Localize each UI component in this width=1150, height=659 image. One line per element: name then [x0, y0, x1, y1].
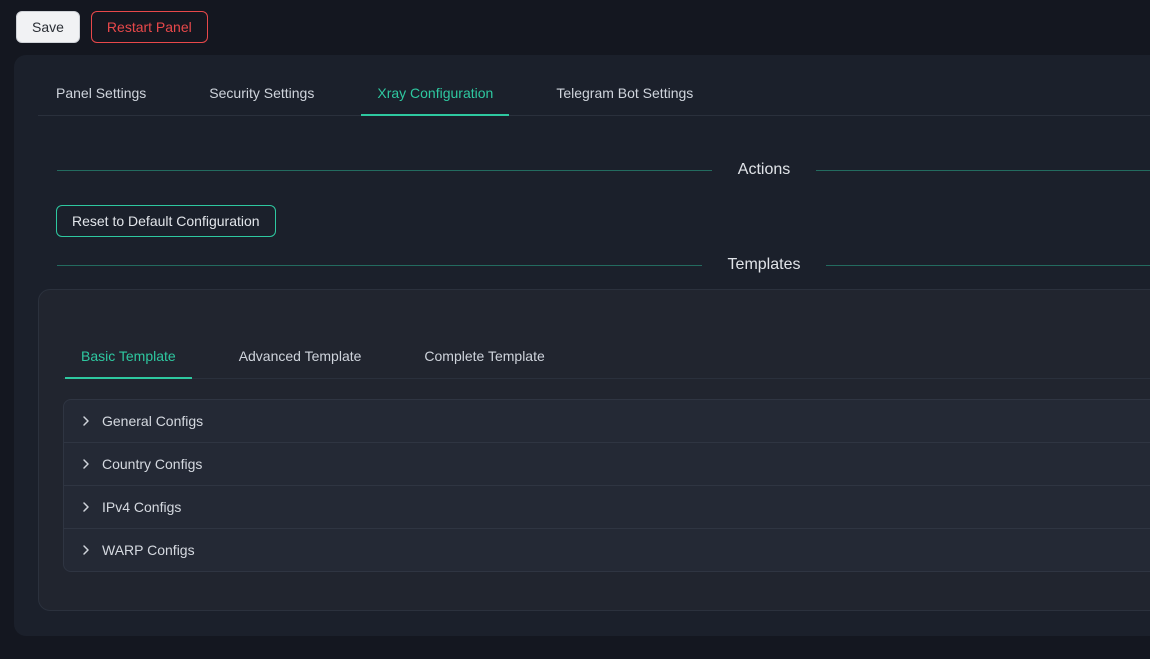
- tab-basic-template[interactable]: Basic Template: [65, 338, 192, 378]
- collapse-item-country-configs: Country Configs: [64, 442, 1150, 485]
- collapse-header-warp-configs[interactable]: WARP Configs: [64, 529, 1150, 571]
- collapse-item-label: IPv4 Configs: [102, 499, 181, 515]
- collapse-header-ipv4-configs[interactable]: IPv4 Configs: [64, 486, 1150, 528]
- collapse-item-ipv4-configs: IPv4 Configs: [64, 485, 1150, 528]
- collapse-item-label: WARP Configs: [102, 542, 195, 558]
- collapse-header-country-configs[interactable]: Country Configs: [64, 443, 1150, 485]
- save-button[interactable]: Save: [16, 11, 80, 43]
- templates-card: Basic Template Advanced Template Complet…: [38, 289, 1150, 611]
- tab-advanced-template[interactable]: Advanced Template: [223, 338, 378, 378]
- chevron-right-icon: [80, 501, 92, 513]
- tab-panel-settings[interactable]: Panel Settings: [40, 75, 162, 115]
- tab-xray-configuration[interactable]: Xray Configuration: [361, 75, 509, 115]
- settings-card: Panel Settings Security Settings Xray Co…: [14, 55, 1150, 636]
- divider-line: [57, 170, 712, 171]
- settings-tabbar: Panel Settings Security Settings Xray Co…: [38, 75, 1150, 116]
- divider-line: [57, 265, 702, 266]
- chevron-right-icon: [80, 458, 92, 470]
- collapse-item-label: Country Configs: [102, 456, 202, 472]
- actions-divider: Actions: [57, 161, 1150, 179]
- collapse-item-general-configs: General Configs: [64, 400, 1150, 442]
- template-config-collapse: General Configs Country Configs IPv4 Con…: [63, 399, 1150, 572]
- collapse-item-label: General Configs: [102, 413, 203, 429]
- tab-security-settings[interactable]: Security Settings: [193, 75, 330, 115]
- reset-default-config-button[interactable]: Reset to Default Configuration: [56, 205, 276, 237]
- templates-divider-label: Templates: [702, 256, 827, 274]
- collapse-item-warp-configs: WARP Configs: [64, 528, 1150, 571]
- divider-line: [826, 265, 1150, 266]
- collapse-header-general-configs[interactable]: General Configs: [64, 400, 1150, 442]
- chevron-right-icon: [80, 544, 92, 556]
- tab-telegram-bot-settings[interactable]: Telegram Bot Settings: [540, 75, 709, 115]
- templates-divider: Templates: [57, 256, 1150, 274]
- toolbar: Save Restart Panel: [0, 0, 1150, 55]
- chevron-right-icon: [80, 415, 92, 427]
- tab-complete-template[interactable]: Complete Template: [408, 338, 560, 378]
- actions-divider-label: Actions: [712, 161, 816, 179]
- restart-panel-button[interactable]: Restart Panel: [91, 11, 208, 43]
- divider-line: [816, 170, 1150, 171]
- templates-tabbar: Basic Template Advanced Template Complet…: [63, 338, 1150, 379]
